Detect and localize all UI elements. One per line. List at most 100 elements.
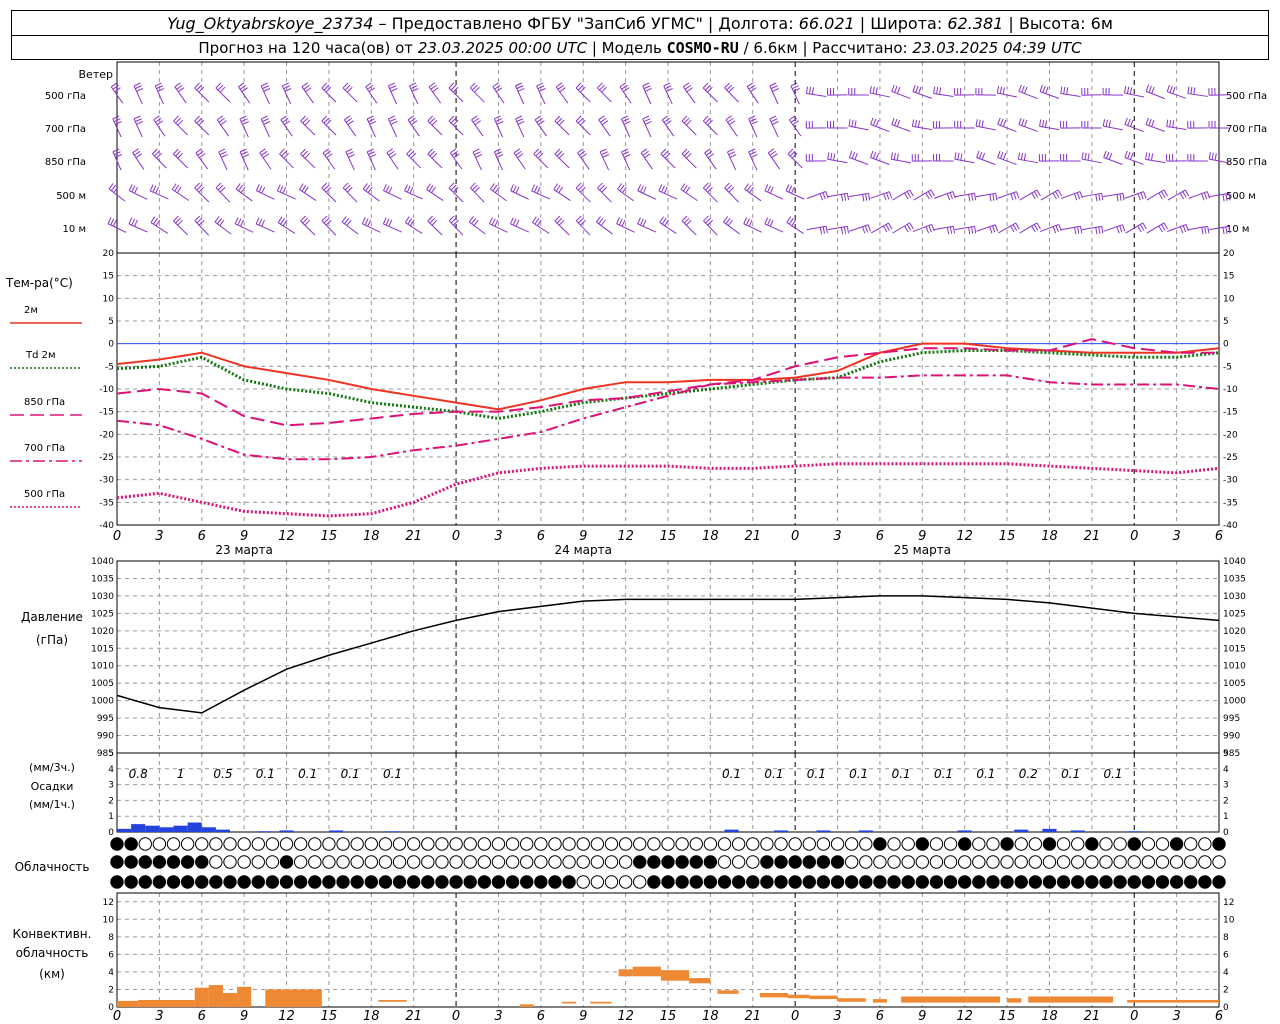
- wind-barb-flag: [218, 148, 226, 153]
- temp-xtick: 12: [617, 529, 634, 544]
- wind-barb-flag: [112, 219, 117, 227]
- precip-3h-value: 0.5: [213, 767, 232, 781]
- wind-barb-flag: [195, 148, 202, 154]
- wind-barb-flag: [536, 186, 541, 194]
- cloud-cover-symbol: [364, 837, 379, 851]
- wind-barb-flag: [577, 117, 584, 124]
- wind-barb-flag: [215, 82, 222, 89]
- conv-bar: [618, 969, 633, 977]
- cloud-cover-symbol: [887, 837, 901, 851]
- wind-level-left: 500 м: [56, 191, 86, 202]
- wind-barb-flag: [637, 217, 641, 225]
- cloud-cover-symbol: [336, 855, 350, 869]
- pressure-units: (гПа): [36, 633, 68, 647]
- cloud-cover-symbol: [1085, 837, 1099, 851]
- wind-barb: [555, 86, 569, 104]
- wind-barb-flag: [364, 218, 369, 226]
- conv-ytick-right: 0: [1223, 1003, 1229, 1013]
- wind-barb-flag: [789, 115, 796, 121]
- cloud-cover-symbol: [746, 875, 760, 889]
- cloud-cover-symbol: [576, 837, 590, 851]
- cloud-cover-symbol: [534, 875, 548, 889]
- cloud-cover-symbol: [350, 837, 364, 851]
- wind-barb-flag: [258, 185, 263, 193]
- wind-barb-flag: [365, 184, 371, 192]
- wind-barb-flag: [680, 183, 686, 190]
- wind-barb-flag: [115, 120, 122, 125]
- wind-barb-flag: [559, 87, 566, 93]
- cloud-cover-symbol: [378, 855, 393, 869]
- wind-barb-flag: [886, 192, 890, 200]
- cloud-cover-symbol: [548, 855, 562, 869]
- wind-barb-flag: [968, 194, 971, 202]
- pres-ytick-right: 1015: [1223, 644, 1246, 654]
- wind-barb-flag: [409, 117, 416, 123]
- temp-xtick: 18: [702, 529, 719, 544]
- temp-xtick: 3: [1172, 529, 1180, 544]
- wind-barb: [1146, 222, 1165, 234]
- conv-xtick: 3: [1172, 1009, 1180, 1024]
- wind-barb-flag: [136, 87, 144, 92]
- cloud-cover-symbol: [816, 837, 831, 851]
- wind-barb-flag: [1163, 222, 1169, 230]
- cloud-cover-symbol: [392, 875, 407, 889]
- conv-xtick: 9: [579, 1009, 587, 1024]
- wind-barb-flag: [429, 217, 436, 224]
- cloud-cover-symbol: [760, 855, 774, 869]
- wind-barb-flag: [577, 184, 584, 191]
- wind-barb-flag: [791, 85, 799, 90]
- wind-barb-flag: [598, 115, 605, 121]
- cloud-cover-symbol: [237, 855, 251, 869]
- wind-barb-flag: [1087, 153, 1090, 161]
- wind-barb-flag: [661, 218, 667, 225]
- wind-barb-flag: [1203, 192, 1208, 200]
- wind-barb-flag: [535, 150, 542, 157]
- wind-barb-flag: [1124, 117, 1128, 125]
- temp-ytick-right: -40: [1223, 521, 1238, 531]
- wind-barb: [343, 119, 357, 137]
- wind-barb-flag: [157, 87, 165, 92]
- wind-barb-flag: [1042, 119, 1045, 127]
- wind-barb-flag: [1116, 226, 1120, 234]
- prec-ytick-left: 5: [108, 749, 114, 759]
- conv-bar: [837, 998, 866, 1002]
- cloud-cover-symbol: [138, 855, 152, 869]
- cloud-cover-symbol: [562, 855, 576, 869]
- wind-barb-flag: [642, 186, 647, 194]
- wind-barb-flag: [427, 215, 433, 222]
- prec-ytick-left: 3: [108, 781, 114, 791]
- precip-bar: [1070, 830, 1085, 832]
- wind-barb-flag: [896, 119, 901, 127]
- wind-barb-flag: [342, 182, 349, 189]
- cloud-cover-symbol: [477, 855, 492, 869]
- temp-xtick: 6: [876, 529, 884, 544]
- wind-barb-flag: [621, 84, 628, 90]
- cloud-cover-symbol: [1184, 837, 1198, 851]
- wind-barb-flag: [1190, 86, 1193, 95]
- cloud-cover-symbol: [802, 855, 816, 869]
- wind-barb-flag: [1127, 151, 1131, 159]
- wind-barb-flag: [952, 226, 956, 234]
- wind-barb-flag: [1101, 226, 1104, 234]
- wind-barb-flag: [303, 186, 309, 194]
- wind-barb-flag: [411, 120, 418, 126]
- wind-barb-flag: [385, 185, 390, 193]
- wind-barb-flag: [110, 82, 118, 88]
- cloud-cover-symbol: [195, 855, 209, 869]
- wind-barb-flag: [135, 118, 142, 123]
- wind-barb-flag: [619, 82, 627, 88]
- pres-ytick-right: 1040: [1223, 557, 1246, 567]
- conv-xtick: 15: [660, 1009, 677, 1024]
- wind-level-right: 850 гПа: [1226, 157, 1267, 168]
- wind-barb-flag: [556, 150, 563, 157]
- cloud-cover-symbol: [859, 837, 873, 851]
- wind-barb-flag: [748, 115, 756, 120]
- cloud-cover-symbol: [802, 875, 816, 889]
- wind-barb-flag: [640, 148, 648, 154]
- wind-barb-flag: [427, 148, 433, 155]
- wind-barb-flag: [933, 86, 936, 94]
- prec-ytick-left: 4: [108, 765, 114, 775]
- conv-xtick: 9: [240, 1009, 248, 1024]
- wind-barb-flag: [769, 219, 774, 227]
- temp-xtick: 15: [660, 529, 677, 544]
